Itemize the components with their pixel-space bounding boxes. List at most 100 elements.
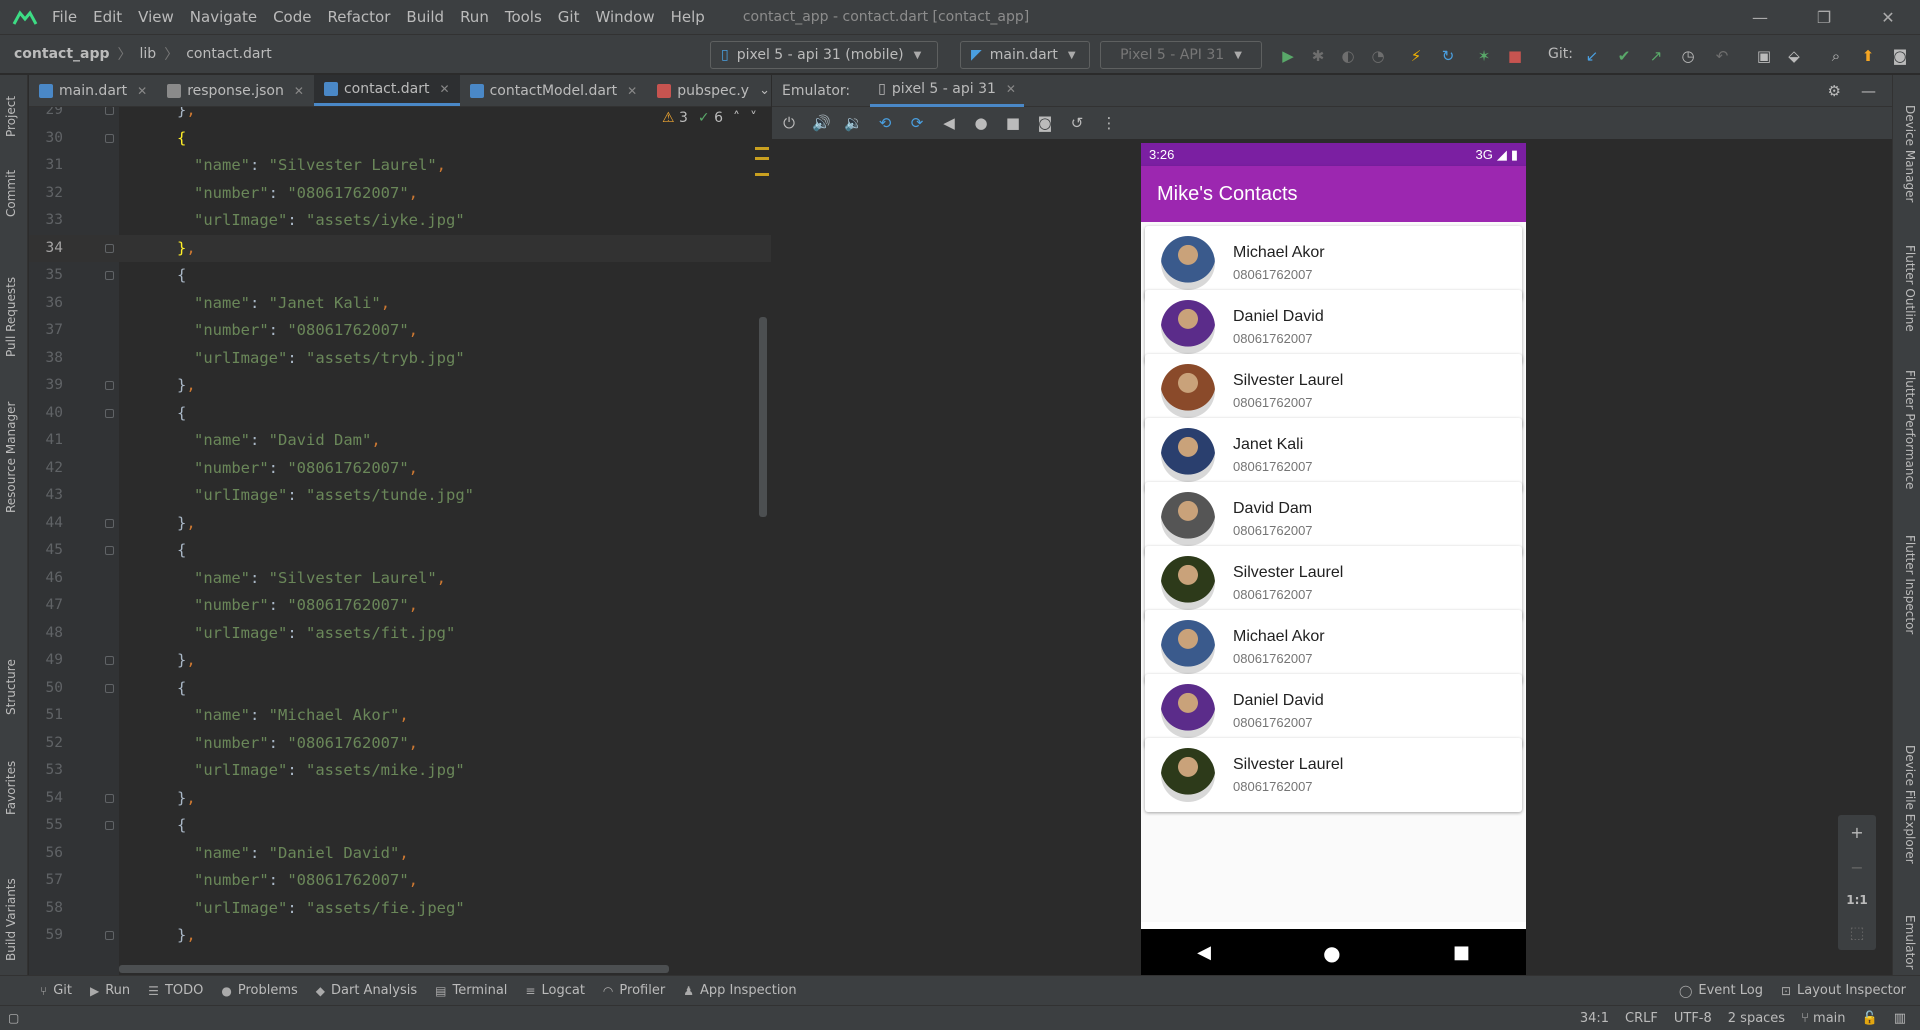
tab-response-json[interactable]: response.json ✕ xyxy=(157,75,314,106)
nav-back-icon[interactable]: ◀ xyxy=(1197,942,1211,963)
settings-gear-icon[interactable]: ⚙ xyxy=(1828,82,1841,100)
menu-run[interactable]: Run xyxy=(460,8,489,26)
contact-card[interactable]: Silvester Laurel 08061762007 xyxy=(1145,354,1522,428)
previous-highlight-icon[interactable]: ˄ xyxy=(733,110,740,126)
memory-indicator-icon[interactable]: ▥ xyxy=(1894,1011,1906,1026)
tool-project[interactable]: Project xyxy=(4,96,18,137)
tool-tab-git[interactable]: ⑂ Git xyxy=(40,983,72,998)
code-line[interactable]: 49}, xyxy=(29,647,771,675)
code-line[interactable]: 29}, xyxy=(29,107,771,125)
user-icon[interactable]: ◙ xyxy=(1890,46,1910,66)
tool-tab-logcat[interactable]: ≡ Logcat xyxy=(525,983,585,998)
tool-resource-manager[interactable]: Resource Manager xyxy=(4,402,18,513)
fold-marker-icon[interactable] xyxy=(105,381,114,390)
code-line[interactable]: 31 "name": "Silvester Laurel", xyxy=(29,152,771,180)
code-line[interactable]: 46 "name": "Silvester Laurel", xyxy=(29,565,771,593)
code-line[interactable]: 52 "number": "08061762007", xyxy=(29,730,771,758)
git-branch[interactable]: ⑂ main xyxy=(1801,1011,1845,1026)
fold-marker-icon[interactable] xyxy=(105,931,114,940)
code-line[interactable]: 53 "urlImage": "assets/mike.jpg" xyxy=(29,757,771,785)
git-push-icon[interactable]: ↗ xyxy=(1646,46,1666,66)
screenshot-icon[interactable]: ◙ xyxy=(1036,114,1054,132)
close-tab-icon[interactable]: ✕ xyxy=(294,84,304,98)
tool-tab-todo[interactable]: ☰ TODO xyxy=(148,983,203,998)
vertical-scrollbar[interactable] xyxy=(759,317,767,517)
code-line[interactable]: 39}, xyxy=(29,372,771,400)
code-line[interactable]: 41 "name": "David Dam", xyxy=(29,427,771,455)
profile-icon[interactable]: ◔ xyxy=(1368,46,1388,66)
tool-device-file-explorer[interactable]: Device File Explorer xyxy=(1903,745,1917,864)
code-line[interactable]: 47 "number": "08061762007", xyxy=(29,592,771,620)
breadcrumb-folder[interactable]: lib xyxy=(140,46,157,62)
git-update-icon[interactable]: ↙ xyxy=(1582,46,1602,66)
menu-tools[interactable]: Tools xyxy=(505,8,542,26)
fold-marker-icon[interactable] xyxy=(105,656,114,665)
fold-marker-icon[interactable] xyxy=(105,271,114,280)
code-line[interactable]: 43 "urlImage": "assets/tunde.jpg" xyxy=(29,482,771,510)
tool-emulator[interactable]: Emulator xyxy=(1903,915,1917,970)
inspection-widget[interactable]: ⚠ 3 ✓ 6 ˄ ˅ xyxy=(662,110,757,126)
menu-file[interactable]: File xyxy=(52,8,77,26)
fold-marker-icon[interactable] xyxy=(105,683,114,693)
more-options-icon[interactable]: ⋮ xyxy=(1100,114,1118,132)
tool-flutter-inspector[interactable]: Flutter Inspector xyxy=(1903,535,1917,634)
tool-tab-layout-inspector[interactable]: ⊡ Layout Inspector xyxy=(1781,983,1906,998)
phone-screen[interactable]: 3:26 3G ◢ ▮ Mike's Contacts Michael Akor… xyxy=(1141,143,1526,976)
fold-marker-icon[interactable] xyxy=(105,107,114,115)
avd-selector[interactable]: Pixel 5 - API 31 ▼ xyxy=(1100,41,1262,69)
coverage-icon[interactable]: ◐ xyxy=(1338,46,1358,66)
code-line[interactable]: 34}, xyxy=(29,234,771,262)
code-line[interactable]: 59}, xyxy=(29,922,771,950)
code-line[interactable]: 51 "name": "Michael Akor", xyxy=(29,702,771,730)
contact-card[interactable]: Silvester Laurel 08061762007 xyxy=(1145,546,1522,620)
code-line[interactable]: 48 "urlImage": "assets/fit.jpg" xyxy=(29,620,771,648)
tool-tab-event-log[interactable]: ◯ Event Log xyxy=(1679,983,1763,998)
menu-build[interactable]: Build xyxy=(406,8,444,26)
horizontal-scrollbar[interactable] xyxy=(119,965,669,973)
lock-icon[interactable]: 🔓 xyxy=(1862,1011,1878,1026)
close-tab-icon[interactable]: ✕ xyxy=(137,84,147,98)
code-line[interactable]: 37 "number": "08061762007", xyxy=(29,317,771,345)
device-selector[interactable]: ▯ pixel 5 - api 31 (mobile) ▼ xyxy=(710,41,938,69)
tab-pubspec[interactable]: pubspec.y xyxy=(647,75,759,106)
file-encoding[interactable]: UTF-8 xyxy=(1674,1011,1712,1026)
emulator-device-tab[interactable]: ▯ pixel 5 - api 31 ✕ xyxy=(870,75,1024,107)
warning-count[interactable]: ⚠ 3 xyxy=(662,110,688,126)
toggle-tool-windows-icon[interactable]: ▢ xyxy=(8,1011,19,1025)
caret-position[interactable]: 34:1 xyxy=(1580,1011,1609,1026)
contact-card[interactable]: Silvester Laurel 08061762007 xyxy=(1145,738,1522,812)
overview-icon[interactable]: ■ xyxy=(1004,114,1022,132)
code-line[interactable]: 35 { xyxy=(29,262,771,290)
tab-contact-dart[interactable]: contact.dart ✕ xyxy=(313,75,460,106)
hot-reload-icon[interactable]: ⚡ xyxy=(1406,46,1426,66)
rotate-right-icon[interactable]: ⟳ xyxy=(908,114,926,132)
volume-up-icon[interactable]: 🔊 xyxy=(812,114,831,132)
fold-marker-icon[interactable] xyxy=(105,408,114,418)
menu-git[interactable]: Git xyxy=(558,8,580,26)
tool-structure[interactable]: Structure xyxy=(4,659,18,715)
menu-navigate[interactable]: Navigate xyxy=(190,8,257,26)
tool-pull-requests[interactable]: Pull Requests xyxy=(4,277,18,357)
close-tab-icon[interactable]: ✕ xyxy=(440,82,450,96)
weak-warning-count[interactable]: ✓ 6 xyxy=(698,110,723,126)
tool-favorites[interactable]: Favorites xyxy=(4,761,18,815)
tool-flutter-outline[interactable]: Flutter Outline xyxy=(1903,245,1917,332)
power-icon[interactable]: ⏻ xyxy=(780,114,798,132)
tool-build-variants[interactable]: Build Variants xyxy=(4,878,18,961)
code-line[interactable]: 55 { xyxy=(29,812,771,840)
fold-marker-icon[interactable] xyxy=(105,821,114,830)
indent-setting[interactable]: 2 spaces xyxy=(1728,1011,1785,1026)
tool-tab-terminal[interactable]: ▤ Terminal xyxy=(435,983,507,998)
code-editor[interactable]: 29}, 30 {31 "name": "Silvester Laurel", 32 "n… xyxy=(29,107,771,975)
breadcrumb-file[interactable]: contact.dart xyxy=(186,46,272,62)
code-line[interactable]: 56 "name": "Daniel David", xyxy=(29,840,771,868)
code-line[interactable]: 33 "urlImage": "assets/iyke.jpg" xyxy=(29,207,771,235)
search-icon[interactable]: ⌕ xyxy=(1826,46,1846,66)
tool-flutter-performance[interactable]: Flutter Performance xyxy=(1903,370,1917,489)
fold-marker-icon[interactable] xyxy=(105,518,114,528)
zoom-out-icon[interactable]: − xyxy=(1850,858,1863,877)
contact-card[interactable]: Daniel David 08061762007 xyxy=(1145,674,1522,748)
tool-tab-profiler[interactable]: ◠ Profiler xyxy=(603,983,665,998)
back-icon[interactable]: ◀ xyxy=(940,114,958,132)
tab-main-dart[interactable]: main.dart ✕ xyxy=(29,75,157,106)
